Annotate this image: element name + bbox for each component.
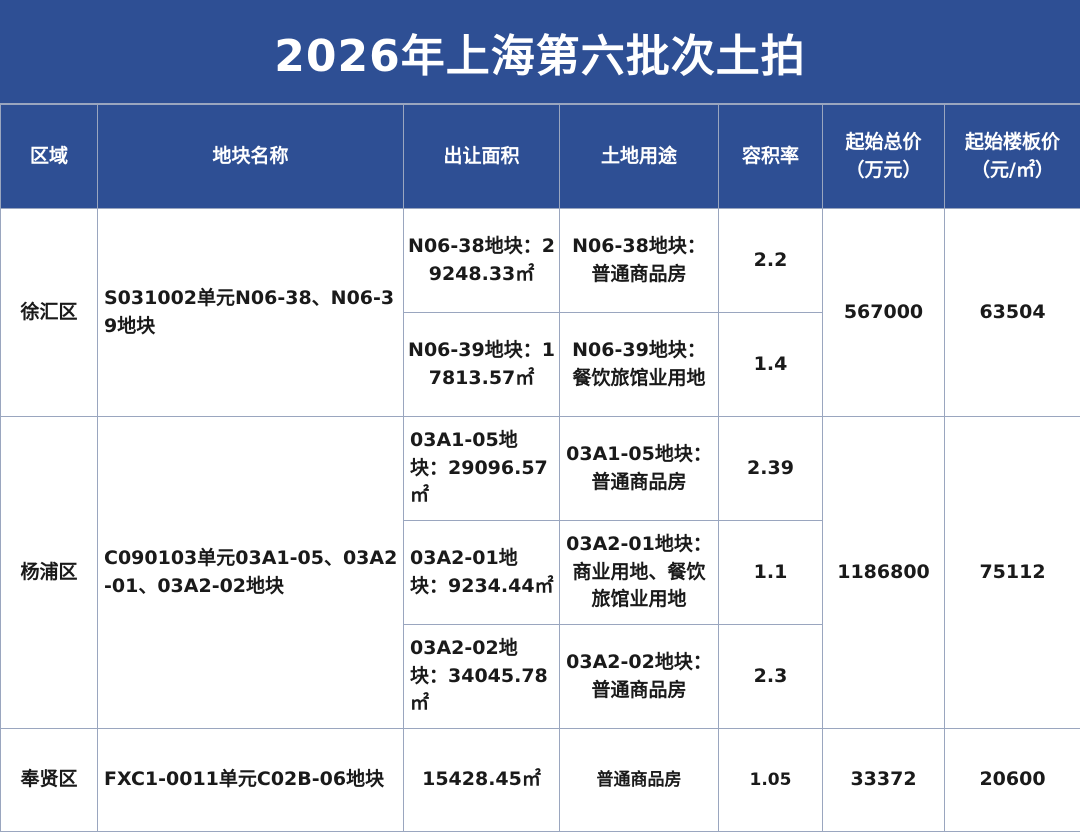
land-use-cell: N06-39地块：餐饮旅馆业用地 <box>560 313 719 417</box>
far-cell: 1.1 <box>719 521 823 625</box>
header-start-unit-line2: （元/㎡） <box>949 157 1076 185</box>
land-use-cell: N06-38地块：普通商品房 <box>560 209 719 313</box>
area-cell: N06-38地块：29248.33㎡ <box>404 209 560 313</box>
parcel-name-cell: C090103单元03A1-05、03A2-01、03A2-02地块 <box>98 417 404 729</box>
start-unit-cell: 75112 <box>945 417 1080 729</box>
far-cell: 1.05 <box>719 729 823 832</box>
area-cell: N06-39地块：17813.57㎡ <box>404 313 560 417</box>
table-header-row: 区域 地块名称 出让面积 土地用途 容积率 起始总价 （万元） 起始楼板价 （元… <box>1 105 1080 209</box>
start-total-cell: 1186800 <box>823 417 945 729</box>
header-district: 区域 <box>1 105 98 209</box>
parcel-name-cell: S031002单元N06-38、N06-39地块 <box>98 209 404 417</box>
land-auction-table: 区域 地块名称 出让面积 土地用途 容积率 起始总价 （万元） 起始楼板价 （元… <box>0 104 1080 832</box>
title-bar: 2026年上海第六批次土拍 <box>0 0 1080 104</box>
start-unit-cell: 20600 <box>945 729 1080 832</box>
area-cell: 03A2-02地块：34045.78㎡ <box>404 625 560 729</box>
area-cell: 15428.45㎡ <box>404 729 560 832</box>
start-total-cell: 567000 <box>823 209 945 417</box>
header-start-total-line2: （万元） <box>827 157 940 185</box>
land-use-cell: 03A1-05地块：普通商品房 <box>560 417 719 521</box>
district-cell: 徐汇区 <box>1 209 98 417</box>
area-cell: 03A2-01地块：9234.44㎡ <box>404 521 560 625</box>
header-start-unit-line1: 起始楼板价 <box>949 129 1076 157</box>
header-land-use: 土地用途 <box>560 105 719 209</box>
start-unit-cell: 63504 <box>945 209 1080 417</box>
land-use-cell: 03A2-01地块：商业用地、餐饮旅馆业用地 <box>560 521 719 625</box>
land-use-cell: 普通商品房 <box>560 729 719 832</box>
district-cell: 奉贤区 <box>1 729 98 832</box>
district-cell: 杨浦区 <box>1 417 98 729</box>
header-far: 容积率 <box>719 105 823 209</box>
parcel-name-cell: FXC1-0011单元C02B-06地块 <box>98 729 404 832</box>
land-use-cell: 03A2-02地块：普通商品房 <box>560 625 719 729</box>
start-total-cell: 33372 <box>823 729 945 832</box>
table-row: 奉贤区 FXC1-0011单元C02B-06地块 15428.45㎡ 普通商品房… <box>1 729 1080 832</box>
header-area: 出让面积 <box>404 105 560 209</box>
header-start-total-line1: 起始总价 <box>827 129 940 157</box>
page-title: 2026年上海第六批次土拍 <box>274 20 805 84</box>
area-cell: 03A1-05地块：29096.57㎡ <box>404 417 560 521</box>
far-cell: 2.3 <box>719 625 823 729</box>
far-cell: 2.39 <box>719 417 823 521</box>
header-start-unit: 起始楼板价 （元/㎡） <box>945 105 1080 209</box>
table-row: 徐汇区 S031002单元N06-38、N06-39地块 N06-38地块：29… <box>1 209 1080 313</box>
header-start-total: 起始总价 （万元） <box>823 105 945 209</box>
far-cell: 2.2 <box>719 209 823 313</box>
header-parcel-name: 地块名称 <box>98 105 404 209</box>
far-cell: 1.4 <box>719 313 823 417</box>
table-row: 杨浦区 C090103单元03A1-05、03A2-01、03A2-02地块 0… <box>1 417 1080 521</box>
